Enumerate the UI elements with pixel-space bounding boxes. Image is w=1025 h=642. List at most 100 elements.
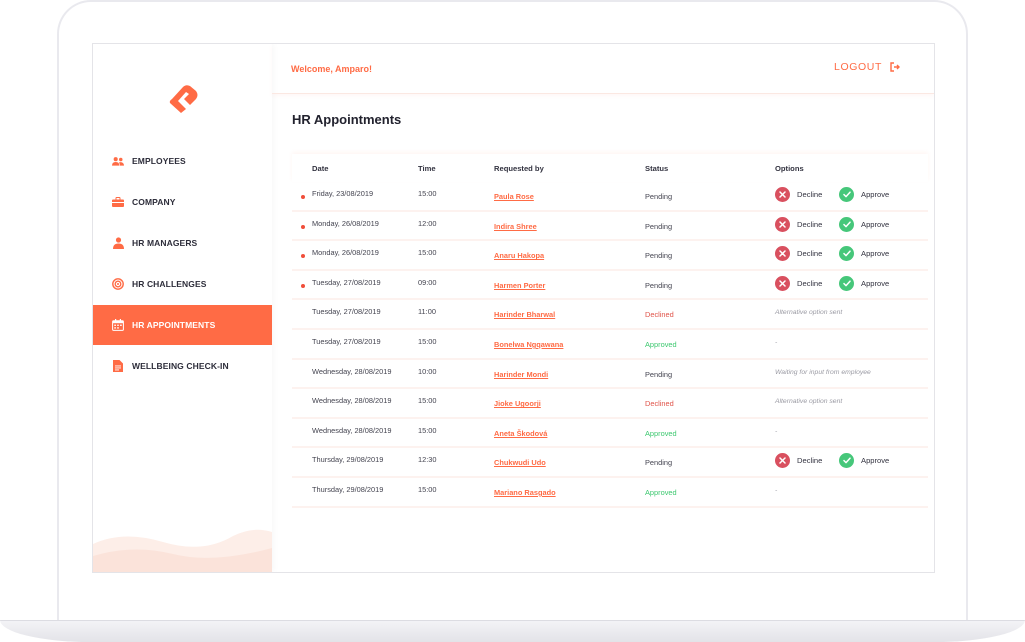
decorative-wave	[93, 529, 272, 572]
sidebar-item-label: HR APPOINTMENTS	[132, 320, 216, 330]
approve-button[interactable]: Approve	[839, 453, 889, 469]
decline-button[interactable]: Decline	[775, 216, 823, 232]
decline-label: Decline	[797, 249, 823, 259]
sidebar-item-label: EMPLOYEES	[132, 156, 186, 166]
option-note: Alternative option sent	[775, 309, 843, 317]
sidebar-item-hr-challenges[interactable]: HR CHALLENGES	[93, 264, 272, 304]
unread-indicator	[301, 224, 305, 229]
decline-button[interactable]: Decline	[775, 187, 822, 202]
status-badge: Approved	[645, 487, 677, 497]
cell-date: Wednesday, 28/08/2019	[312, 366, 392, 376]
app-window: EMPLOYEES COMPANY HR MANAGERS HR CHALLEN…	[92, 43, 935, 573]
logout-icon	[890, 62, 900, 72]
close-icon	[775, 187, 790, 202]
status-badge: Pending	[645, 221, 673, 231]
option-note: Waiting for input from employee	[775, 368, 871, 376]
main-content: Welcome, Amparo! LOGOUT HR Appointments …	[272, 44, 934, 572]
requester-link[interactable]: Aneta Škodová	[494, 429, 547, 438]
sidebar-item-label: HR MANAGERS	[132, 238, 198, 248]
requester-link[interactable]: Indira Shree	[494, 222, 537, 231]
sidebar-item-hr-managers[interactable]: HR MANAGERS	[93, 223, 272, 263]
sidebar-item-hr-appointments[interactable]: HR APPOINTMENTS	[93, 305, 272, 345]
option-note: Alternative option sent	[775, 398, 843, 406]
user-icon	[112, 237, 124, 249]
approve-label: Approve	[861, 190, 890, 199]
document-icon	[112, 360, 124, 372]
check-icon	[839, 275, 854, 291]
status-badge: Declined	[645, 310, 674, 320]
requester-link[interactable]: Jioke Ugoorji	[494, 399, 541, 408]
cell-time: 15:00	[418, 484, 437, 494]
table-row: Tuesday, 27/08/2019 09:00 Harmen Porter Pen…	[292, 271, 928, 301]
close-icon	[775, 275, 790, 291]
table-row: Tuesday, 27/08/2019 11:00 Harinder Bharwal…	[292, 300, 928, 330]
check-icon	[839, 453, 854, 469]
cell-date: Monday, 26/08/2019	[312, 248, 379, 258]
decline-label: Decline	[797, 456, 823, 466]
target-icon	[112, 278, 124, 290]
option-note: -	[775, 338, 778, 346]
cell-time: 15:00	[418, 425, 437, 435]
requester-link[interactable]: Mariano Rasgado	[494, 488, 556, 497]
cell-date: Wednesday, 28/08/2019	[312, 425, 392, 435]
logout-button[interactable]: LOGOUT	[834, 61, 900, 73]
decline-label: Decline	[797, 219, 823, 229]
requester-link[interactable]: Bonelwa Ngqawana	[494, 340, 563, 349]
decline-label: Decline	[797, 190, 823, 199]
column-header-requested-by: Requested by	[494, 164, 544, 173]
approve-label: Approve	[861, 249, 890, 259]
column-header-status: Status	[645, 164, 669, 173]
requester-link[interactable]: Harinder Mondi	[494, 370, 548, 379]
option-note: -	[775, 486, 778, 494]
column-header-time: Time	[418, 164, 436, 173]
table-row: Tuesday, 27/08/2019 15:00 Bonelwa Ngqawana…	[292, 330, 928, 360]
requester-link[interactable]: Paula Rose	[494, 192, 534, 201]
requester-link[interactable]: Harinder Bharwal	[494, 310, 555, 319]
decline-button[interactable]: Decline	[775, 453, 823, 469]
welcome-message: Welcome, Amparo!	[291, 64, 373, 74]
option-note: -	[775, 427, 778, 435]
sidebar-item-employees[interactable]: EMPLOYEES	[93, 141, 272, 181]
cell-time: 15:00	[418, 248, 437, 258]
approve-button[interactable]: Approve	[839, 246, 890, 262]
requester-link[interactable]: Chukwudi Udo	[494, 458, 546, 467]
cell-date: Thursday, 29/08/2019	[312, 455, 384, 465]
cell-time: 12:30	[418, 455, 437, 465]
status-badge: Pending	[645, 458, 673, 468]
requester-link[interactable]: Harmen Porter	[494, 281, 545, 290]
status-badge: Declined	[645, 399, 674, 409]
cell-date: Tuesday, 27/08/2019	[312, 336, 381, 346]
approve-button[interactable]: Approve	[839, 275, 890, 291]
cell-time: 09:00	[418, 277, 437, 287]
cell-time: 15:00	[418, 189, 437, 198]
cell-date: Tuesday, 27/08/2019	[312, 277, 381, 287]
approve-button[interactable]: Approve	[839, 216, 890, 232]
status-badge: Pending	[645, 251, 673, 261]
approve-label: Approve	[861, 219, 890, 229]
decline-button[interactable]: Decline	[775, 275, 822, 291]
status-badge: Pending	[645, 192, 673, 201]
cell-date: Thursday, 29/08/2019	[312, 484, 384, 494]
column-header-date: Date	[312, 164, 329, 173]
cell-time: 10:00	[418, 366, 437, 376]
cell-date: Wednesday, 28/08/2019	[312, 396, 392, 406]
cell-date: Friday, 23/08/2019	[312, 189, 374, 198]
decline-button[interactable]: Decline	[775, 246, 823, 262]
sidebar-item-wellbeing-check-in[interactable]: WELLBEING CHECK-IN	[93, 346, 272, 386]
approve-label: Approve	[861, 278, 890, 288]
cell-date: Monday, 26/08/2019	[312, 218, 379, 228]
unread-indicator	[301, 195, 305, 199]
requester-link[interactable]: Anaru Hakopa	[494, 251, 544, 260]
page-title: HR Appointments	[292, 112, 402, 127]
status-badge: Pending	[645, 369, 673, 379]
close-icon	[775, 216, 790, 232]
status-badge: Approved	[645, 339, 677, 349]
cell-time: 12:00	[418, 218, 437, 228]
users-icon	[112, 155, 124, 167]
status-badge: Pending	[645, 280, 673, 290]
check-icon	[839, 246, 854, 262]
sidebar-item-company[interactable]: COMPANY	[93, 182, 272, 222]
app-logo	[169, 85, 198, 113]
approve-button[interactable]: Approve	[839, 187, 889, 202]
table-row: Wednesday, 28/08/2019 10:00 Harinder Mondi…	[292, 360, 928, 390]
